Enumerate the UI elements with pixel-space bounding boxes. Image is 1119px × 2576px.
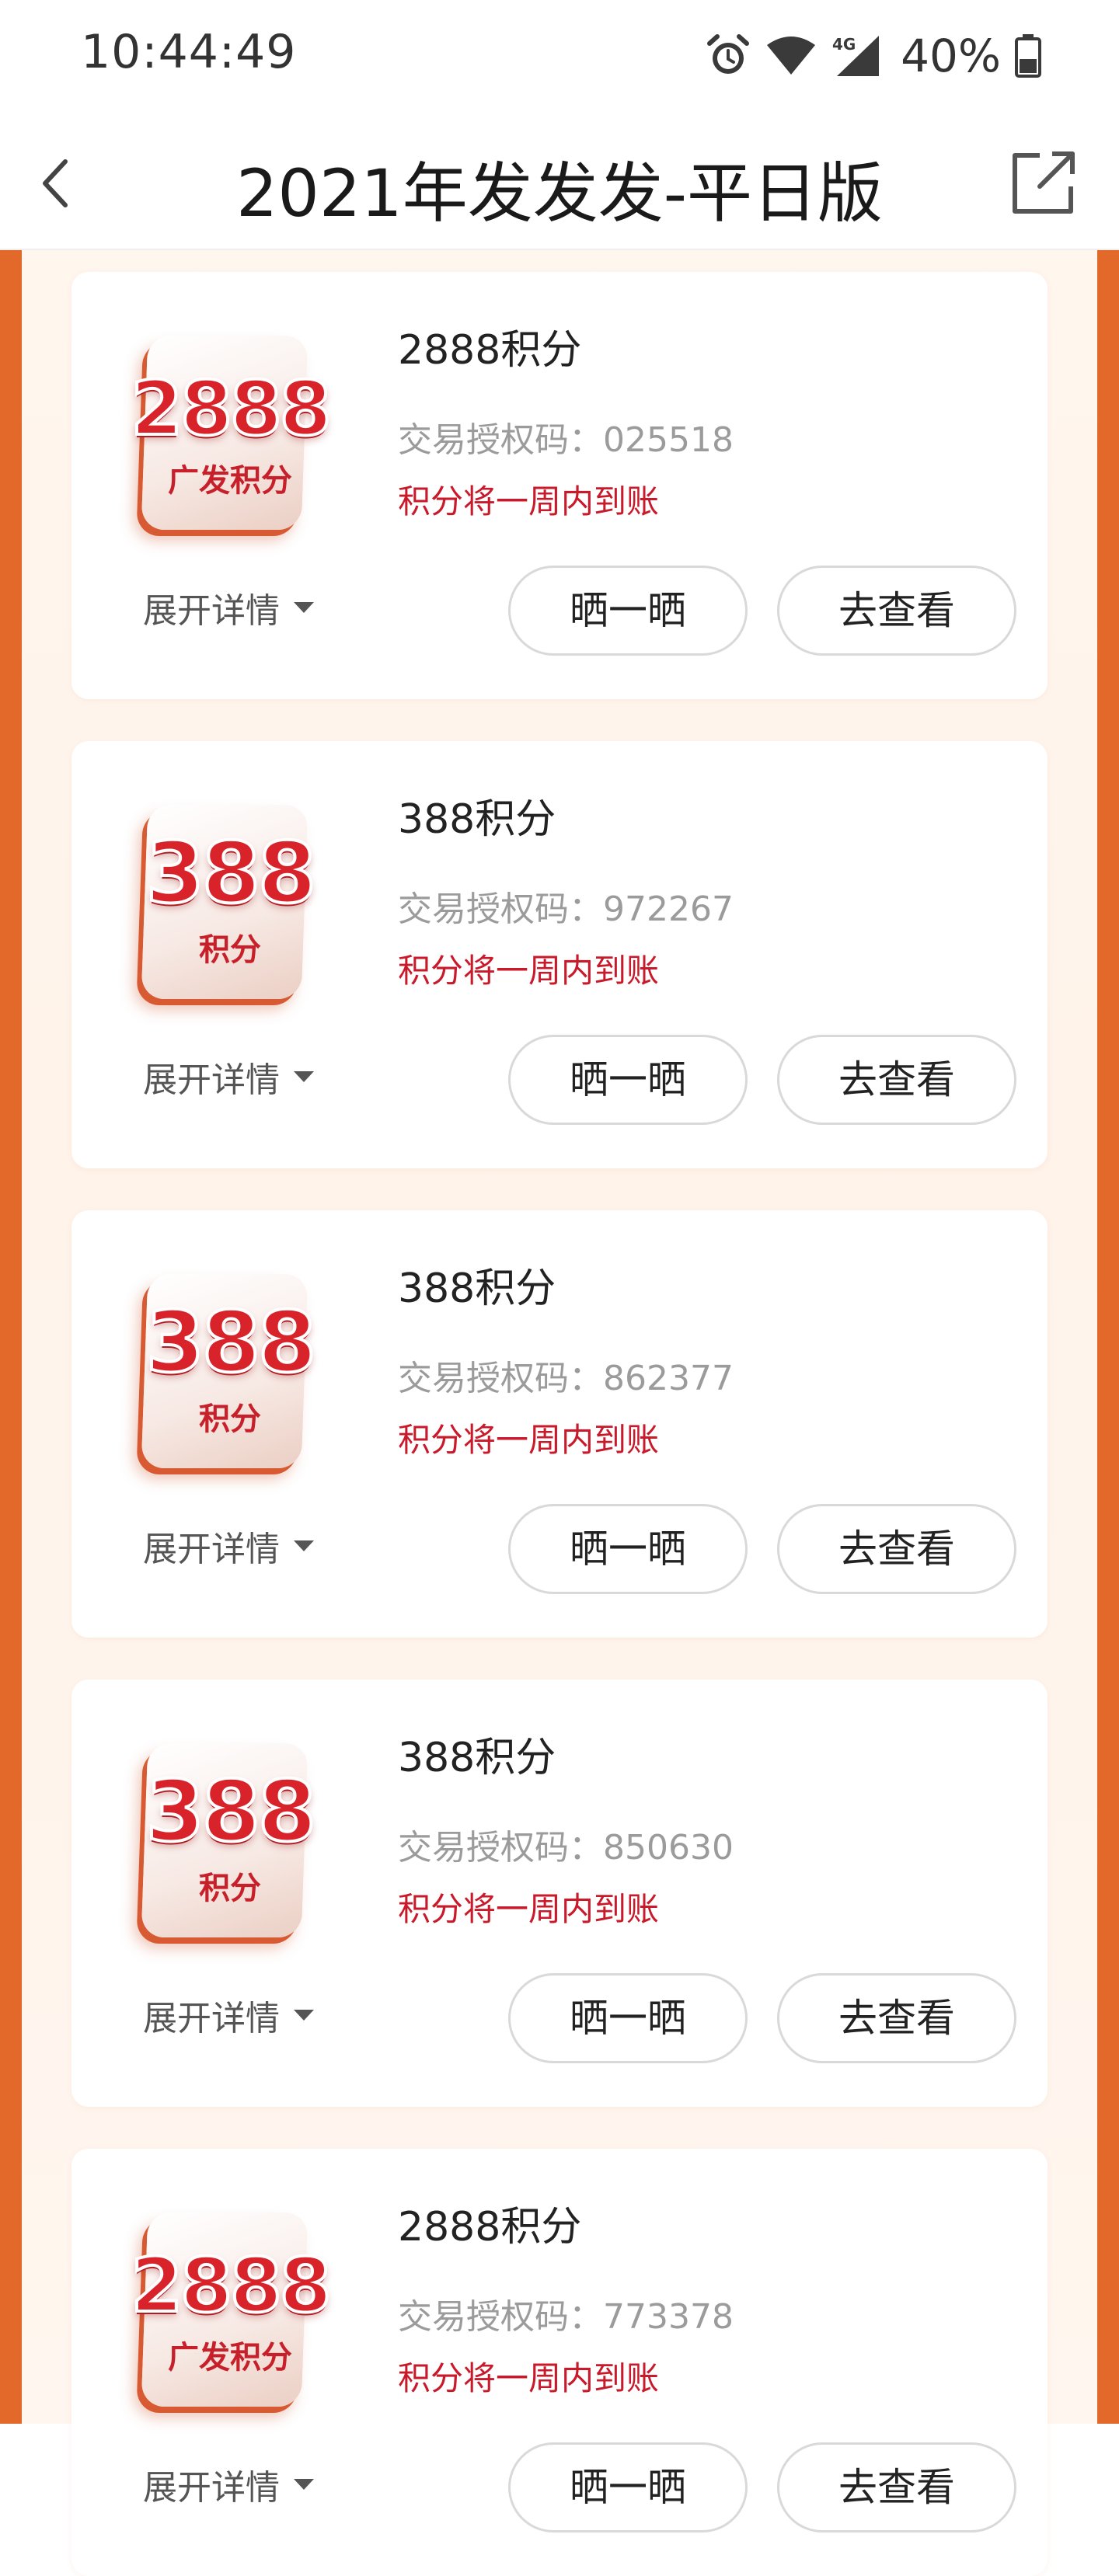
expand-details-toggle[interactable]: 展开详情 — [143, 1521, 314, 1571]
badge-text: 积分 — [199, 1401, 261, 1437]
view-button[interactable]: 去查看 — [777, 1504, 1016, 1594]
points-card: 388 积分 388积分 交易授权码：972267 积分将一周内到账 展开详情 … — [71, 741, 1048, 1168]
points-badge-image: 2888 广发积分 — [121, 328, 339, 538]
arrival-notice: 积分将一周内到账 — [398, 1890, 660, 1928]
auth-code-value: 972267 — [603, 889, 734, 929]
view-button[interactable]: 去查看 — [777, 1035, 1016, 1125]
caret-down-icon — [294, 1540, 314, 1551]
points-list: 2888 广发积分 2888积分 交易授权码：025518 积分将一周内到账 展… — [22, 250, 1097, 2576]
caret-down-icon — [294, 2479, 314, 2490]
wifi-icon — [767, 37, 816, 75]
battery-icon — [1015, 34, 1041, 78]
arrival-notice: 积分将一周内到账 — [398, 1421, 660, 1459]
view-button[interactable]: 去查看 — [777, 566, 1016, 656]
card-title: 388积分 — [398, 1265, 556, 1312]
badge-text: 积分 — [199, 932, 261, 968]
arrival-notice: 积分将一周内到账 — [398, 2359, 660, 2397]
points-card: 388 积分 388积分 交易授权码：862377 积分将一周内到账 展开详情 … — [71, 1210, 1048, 1638]
share-button[interactable]: 晒一晒 — [508, 1035, 748, 1125]
badge-number: 388 — [145, 823, 318, 924]
badge-number: 2888 — [129, 2240, 333, 2331]
badge-text: 积分 — [199, 1871, 261, 1906]
cellular-signal-icon: 4G — [832, 35, 880, 76]
badge-number: 2888 — [129, 364, 333, 454]
badge-text: 广发积分 — [168, 463, 292, 499]
view-button[interactable]: 去查看 — [777, 1973, 1016, 2063]
caret-down-icon — [294, 2010, 314, 2021]
points-badge-image: 388 积分 — [121, 1735, 339, 1945]
expand-details-label: 展开详情 — [143, 591, 280, 631]
caret-down-icon — [294, 602, 314, 613]
auth-code-value: 025518 — [603, 420, 734, 460]
auth-code-line: 交易授权码：862377 — [398, 1350, 734, 1400]
auth-code-label: 交易授权码： — [398, 889, 603, 929]
expand-details-label: 展开详情 — [143, 2468, 280, 2508]
auth-code-line: 交易授权码：773378 — [398, 2289, 734, 2338]
points-content-area: 2888 广发积分 2888积分 交易授权码：025518 积分将一周内到账 展… — [0, 250, 1119, 2576]
arrival-notice: 积分将一周内到账 — [398, 482, 660, 520]
share-button[interactable]: 晒一晒 — [508, 1504, 748, 1594]
badge-number: 388 — [145, 1762, 318, 1862]
points-badge-image: 388 积分 — [121, 1266, 339, 1476]
auth-code-label: 交易授权码： — [398, 420, 603, 460]
arrival-notice: 积分将一周内到账 — [398, 952, 660, 990]
card-title: 2888积分 — [398, 327, 582, 374]
status-icons: 4G 40% — [705, 30, 1041, 82]
auth-code-line: 交易授权码：025518 — [398, 412, 734, 461]
auth-code-line: 交易授权码：850630 — [398, 1819, 734, 1869]
points-card: 2888 广发积分 2888积分 交易授权码：773378 积分将一周内到账 展… — [71, 2149, 1048, 2576]
expand-details-label: 展开详情 — [143, 1999, 280, 2038]
points-card: 388 积分 388积分 交易授权码：850630 积分将一周内到账 展开详情 … — [71, 1680, 1048, 2107]
status-bar: 10:44:49 4G 40% — [0, 0, 1119, 117]
expand-details-toggle[interactable]: 展开详情 — [143, 1990, 314, 2040]
caret-down-icon — [294, 1071, 314, 1082]
expand-details-label: 展开详情 — [143, 1530, 280, 1569]
battery-percent: 40% — [901, 30, 1001, 82]
share-button[interactable]: 晒一晒 — [508, 566, 748, 656]
auth-code-label: 交易授权码： — [398, 2297, 603, 2337]
expand-details-toggle[interactable]: 展开详情 — [143, 2459, 314, 2509]
auth-code-value: 850630 — [603, 1828, 734, 1868]
view-button[interactable]: 去查看 — [777, 2442, 1016, 2532]
title-bar: 2021年发发发-平日版 — [0, 117, 1119, 250]
badge-number: 388 — [145, 1293, 318, 1393]
status-time: 10:44:49 — [81, 25, 297, 79]
page-title: 2021年发发发-平日版 — [235, 155, 884, 231]
points-badge-image: 388 积分 — [121, 797, 339, 1007]
auth-code-line: 交易授权码：972267 — [398, 881, 734, 931]
expand-details-label: 展开详情 — [143, 1060, 280, 1100]
points-badge-image: 2888 广发积分 — [121, 2205, 339, 2414]
card-title: 2888积分 — [398, 2204, 582, 2251]
expand-details-toggle[interactable]: 展开详情 — [143, 583, 314, 632]
card-title: 388积分 — [398, 1735, 556, 1781]
share-button[interactable]: 晒一晒 — [508, 2442, 748, 2532]
auth-code-value: 773378 — [603, 2297, 734, 2337]
auth-code-label: 交易授权码： — [398, 1828, 603, 1868]
auth-code-label: 交易授权码： — [398, 1359, 603, 1398]
network-type-label: 4G — [832, 35, 856, 54]
auth-code-value: 862377 — [603, 1359, 734, 1398]
badge-text: 广发积分 — [168, 2340, 292, 2376]
external-link-icon[interactable] — [1009, 148, 1079, 218]
expand-details-toggle[interactable]: 展开详情 — [143, 1052, 314, 1102]
share-button[interactable]: 晒一晒 — [508, 1973, 748, 2063]
alarm-icon — [707, 34, 750, 74]
card-title: 388积分 — [398, 796, 556, 843]
points-card: 2888 广发积分 2888积分 交易授权码：025518 积分将一周内到账 展… — [71, 272, 1048, 699]
